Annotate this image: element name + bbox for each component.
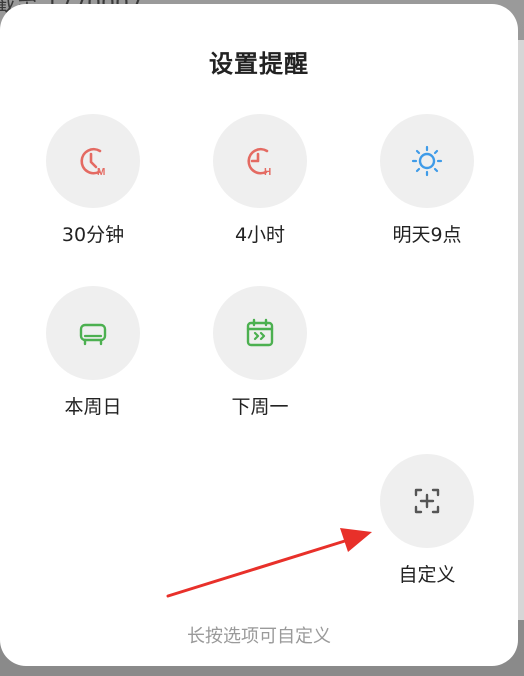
option-next-monday[interactable]: 下周一 <box>195 286 325 426</box>
calendar-next-icon <box>246 318 274 347</box>
option-label: 明天9点 <box>392 224 462 246</box>
option-tomorrow-9[interactable]: 明天9点 <box>362 114 492 254</box>
option-circle[interactable]: H <box>213 114 307 208</box>
option-circle[interactable] <box>213 286 307 380</box>
hint-text: 长按选项可自定义 <box>187 626 331 647</box>
option-label: 下周一 <box>231 396 289 418</box>
option-circle[interactable] <box>380 114 474 208</box>
option-circle[interactable]: M <box>46 114 140 208</box>
option-circle[interactable] <box>380 454 474 548</box>
option-this-sunday[interactable]: 本周日 <box>28 286 158 426</box>
clock-m-icon: M <box>80 147 105 178</box>
svg-text:M: M <box>97 167 105 178</box>
reminder-dialog: 设置提醒 M 30分钟 H 4小时 明天9点 本周日 下周一 自定义 长按选项可… <box>0 4 518 666</box>
option-label: 30分钟 <box>61 224 125 246</box>
option-label: 自定义 <box>398 564 456 586</box>
clock-h-icon: H <box>247 147 271 178</box>
option-label: 本周日 <box>64 396 122 418</box>
option-30-minutes[interactable]: M 30分钟 <box>28 114 158 254</box>
option-label: 4小时 <box>234 224 286 246</box>
option-custom[interactable]: 自定义 <box>362 454 492 594</box>
option-4-hours[interactable]: H 4小时 <box>195 114 325 254</box>
sofa-icon <box>79 323 107 346</box>
svg-text:H: H <box>264 167 271 178</box>
option-circle[interactable] <box>46 286 140 380</box>
custom-add-icon <box>414 488 440 514</box>
dialog-title: 设置提醒 <box>209 50 309 78</box>
sun-icon <box>411 145 443 177</box>
